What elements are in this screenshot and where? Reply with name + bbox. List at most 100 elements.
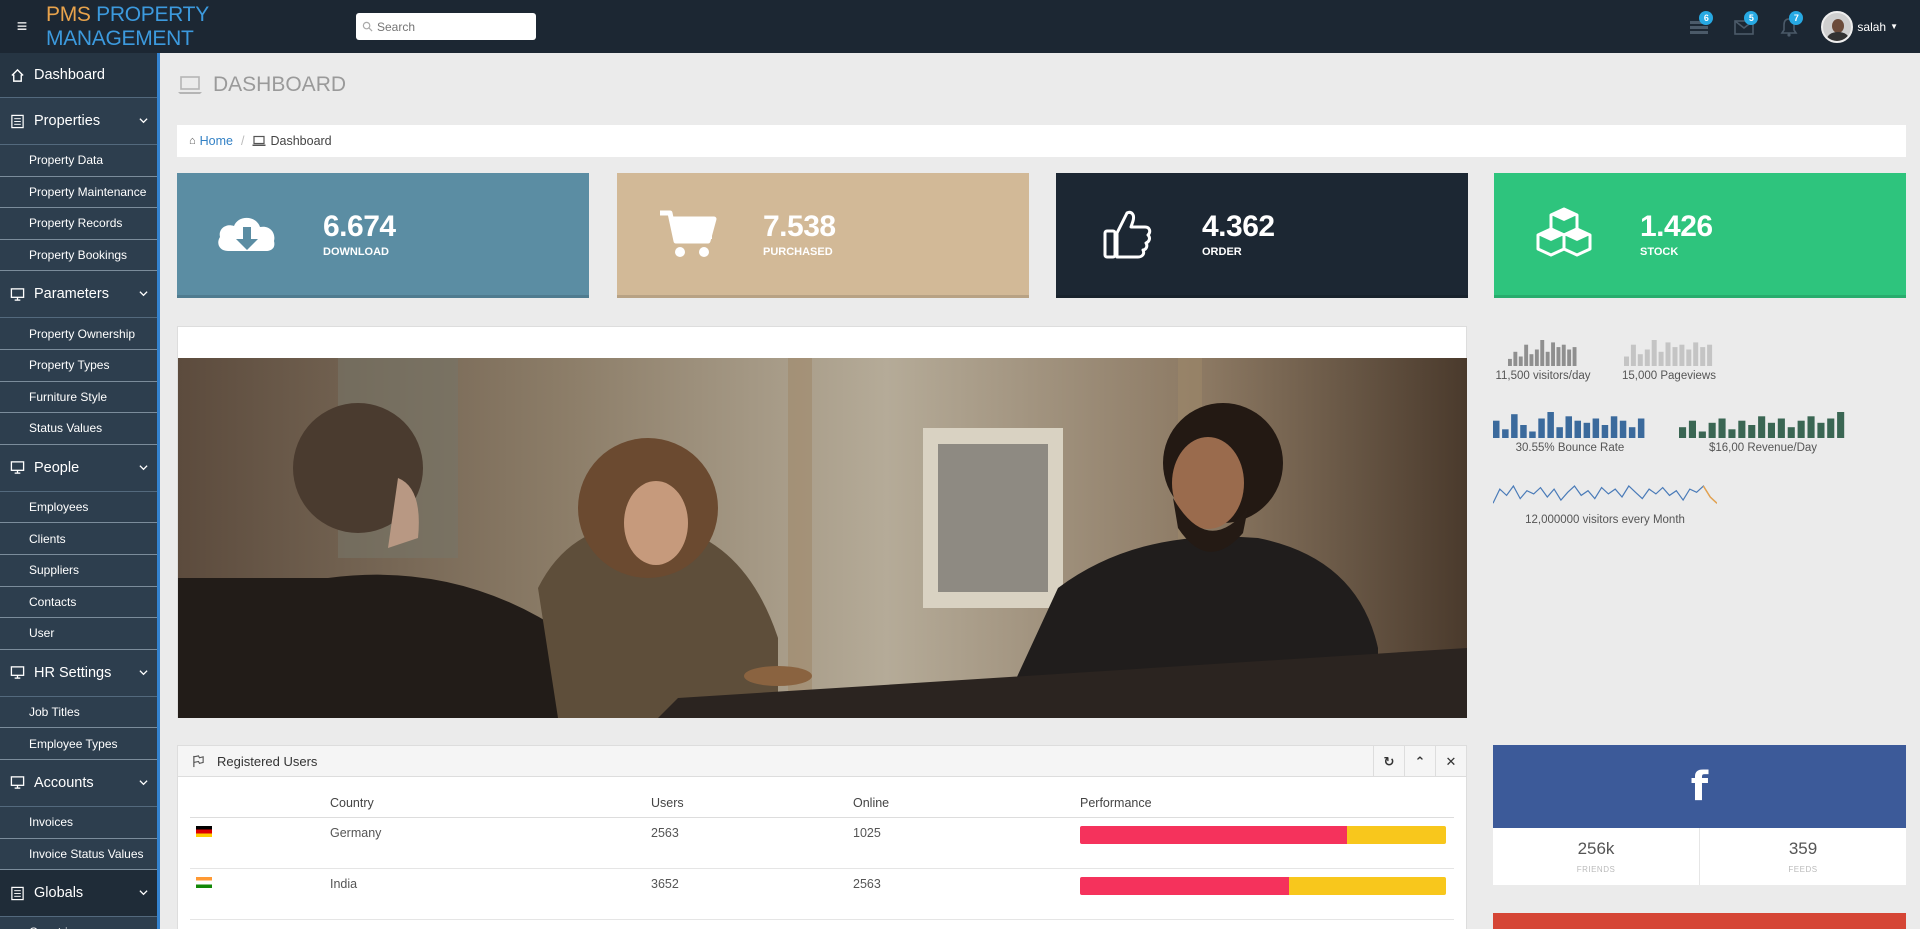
- sidebar-group-parameters[interactable]: Parameters: [0, 271, 157, 319]
- sparkline-bar: [1748, 425, 1756, 438]
- sparkline-bar: [1688, 420, 1696, 438]
- sidebar-item-employees[interactable]: Employees: [0, 491, 157, 524]
- collapse-button[interactable]: ⌃: [1404, 746, 1435, 777]
- page-title: DASHBOARD: [213, 73, 347, 96]
- sidebar-item-furniture-style[interactable]: Furniture Style: [0, 381, 157, 414]
- sparkline-bar: [1518, 356, 1523, 366]
- refresh-icon: ↻: [1383, 753, 1395, 769]
- sidebar-group-globals[interactable]: Globals: [0, 870, 157, 918]
- sparkline-bar: [1540, 340, 1545, 366]
- laptop-icon: [252, 135, 266, 146]
- sparkline-bar: [1610, 416, 1618, 438]
- search-icon: [362, 21, 373, 32]
- sparkline-pageviews: 15,000 Pageviews: [1619, 338, 1719, 382]
- sparkline-bounce-rate: 30.55% Bounce Rate: [1493, 410, 1647, 454]
- sparkline-bar: [1545, 351, 1550, 366]
- monitor-icon: [8, 774, 26, 792]
- stat-label: PURCHASED: [763, 246, 833, 258]
- monitor-icon: [8, 285, 26, 303]
- sparkline-bar: [1508, 358, 1512, 366]
- sparkline-bar: [1767, 422, 1775, 438]
- sparkline-bar: [1534, 349, 1539, 366]
- notifications-badge: 7: [1789, 11, 1804, 25]
- sidebar-item-property-bookings[interactable]: Property Bookings: [0, 239, 157, 272]
- sidebar-item-property-ownership[interactable]: Property Ownership: [0, 318, 157, 350]
- sparkline-bar: [1583, 422, 1591, 438]
- sidebar-item-clients[interactable]: Clients: [0, 523, 157, 555]
- monitor-icon: [8, 664, 26, 682]
- sidebar-group-accounts[interactable]: Accounts: [0, 760, 157, 807]
- cell-online: 1025: [853, 826, 881, 840]
- sparkline-bar: [1529, 354, 1534, 366]
- sidebar-item-job-titles[interactable]: Job Titles: [0, 696, 157, 729]
- sparkline-bar: [1738, 420, 1746, 438]
- sparkline-bar: [1817, 422, 1825, 438]
- messages-badge: 5: [1744, 11, 1759, 25]
- close-button[interactable]: ✕: [1435, 746, 1466, 777]
- breadcrumb-home-link[interactable]: Home: [200, 134, 233, 148]
- chevron-down-icon: [139, 464, 148, 471]
- sparkline-chart: [1508, 340, 1577, 366]
- stat-card-purchased[interactable]: 7.538 PURCHASED: [617, 173, 1029, 298]
- home-icon: ⌂: [189, 135, 196, 147]
- stat-card-stock[interactable]: 1.426 STOCK: [1494, 173, 1906, 298]
- sidebar-group-hr-settings[interactable]: HR Settings: [0, 650, 157, 697]
- sidebar-item-property-data[interactable]: Property Data: [0, 145, 157, 177]
- menu-toggle-icon[interactable]: ≡: [0, 0, 44, 53]
- avatar: [1821, 10, 1854, 43]
- stat-label: ORDER: [1202, 246, 1242, 258]
- sparkline-bar: [1556, 427, 1563, 438]
- stat-label: STOCK: [1640, 246, 1679, 258]
- sparkline-bar: [1538, 418, 1545, 438]
- search-input[interactable]: [377, 19, 527, 34]
- india-flag-icon: [196, 877, 212, 888]
- sidebar-item-property-records[interactable]: Property Records: [0, 208, 157, 240]
- tasks-badge: 6: [1699, 11, 1714, 25]
- sparkline-bar: [1787, 427, 1795, 438]
- stat-card-download[interactable]: 6.674 DOWNLOAD: [177, 173, 589, 298]
- sidebar-group-properties[interactable]: Properties: [0, 98, 157, 145]
- thumbs-up-icon: [1076, 194, 1176, 274]
- stat-value: 7.538: [763, 210, 836, 243]
- chevron-down-icon: [139, 780, 148, 786]
- stat-card-order[interactable]: 4.362 ORDER: [1056, 173, 1468, 298]
- sidebar-item-property-maintenance[interactable]: Property Maintenance: [0, 176, 157, 209]
- shopping-cart-icon: [637, 194, 737, 274]
- sidebar-item-user[interactable]: User: [0, 618, 157, 650]
- refresh-button[interactable]: ↻: [1373, 746, 1404, 777]
- sparkline-bar: [1619, 420, 1627, 438]
- sidebar-group-people[interactable]: People: [0, 445, 157, 492]
- sidebar-item-property-types[interactable]: Property Types: [0, 349, 157, 382]
- performance-bar: [1080, 826, 1446, 844]
- sidebar-item-invoices[interactable]: Invoices: [0, 806, 157, 839]
- sparkline-bar: [1637, 418, 1645, 438]
- sparkline-bar: [1551, 342, 1555, 366]
- sparkline-bar: [1644, 349, 1650, 366]
- sparkline-bar: [1524, 344, 1529, 366]
- user-menu[interactable]: salah ▼: [1821, 10, 1898, 43]
- sidebar-item-countries[interactable]: Countries: [0, 917, 157, 929]
- sidebar-item-suppliers[interactable]: Suppliers: [0, 554, 157, 587]
- stat-value: 4.362: [1202, 210, 1275, 243]
- sparkline-bar: [1837, 412, 1845, 438]
- social-widget-google[interactable]: [1493, 913, 1906, 929]
- brand-logo[interactable]: PMS PROPERTY MANAGEMENT: [46, 3, 356, 51]
- sparkline-bar: [1708, 422, 1716, 438]
- tasks-button[interactable]: 6: [1676, 0, 1721, 53]
- germany-flag-icon: [196, 826, 212, 837]
- sparkline-visitors-day: 11,500 visitors/day: [1493, 338, 1593, 382]
- notifications-button[interactable]: 7: [1766, 0, 1811, 53]
- cloud-download-icon: [197, 194, 297, 274]
- sidebar-item-dashboard[interactable]: Dashboard: [0, 53, 157, 98]
- sidebar-item-contacts[interactable]: Contacts: [0, 586, 157, 619]
- messages-button[interactable]: 5: [1721, 0, 1766, 53]
- search-box[interactable]: [356, 13, 536, 40]
- caret-down-icon: ▼: [1890, 22, 1898, 31]
- sidebar-item-status-values[interactable]: Status Values: [0, 413, 157, 445]
- sidebar-item-employee-types[interactable]: Employee Types: [0, 728, 157, 760]
- sidebar-item-invoice-status-values[interactable]: Invoice Status Values: [0, 838, 157, 871]
- sparkline-bar: [1658, 351, 1664, 366]
- sparkline-bar: [1502, 429, 1509, 438]
- sparkline-bar: [1592, 418, 1600, 438]
- facebook-widget[interactable]: f 256k FRIENDS 359 FEEDS: [1493, 745, 1906, 885]
